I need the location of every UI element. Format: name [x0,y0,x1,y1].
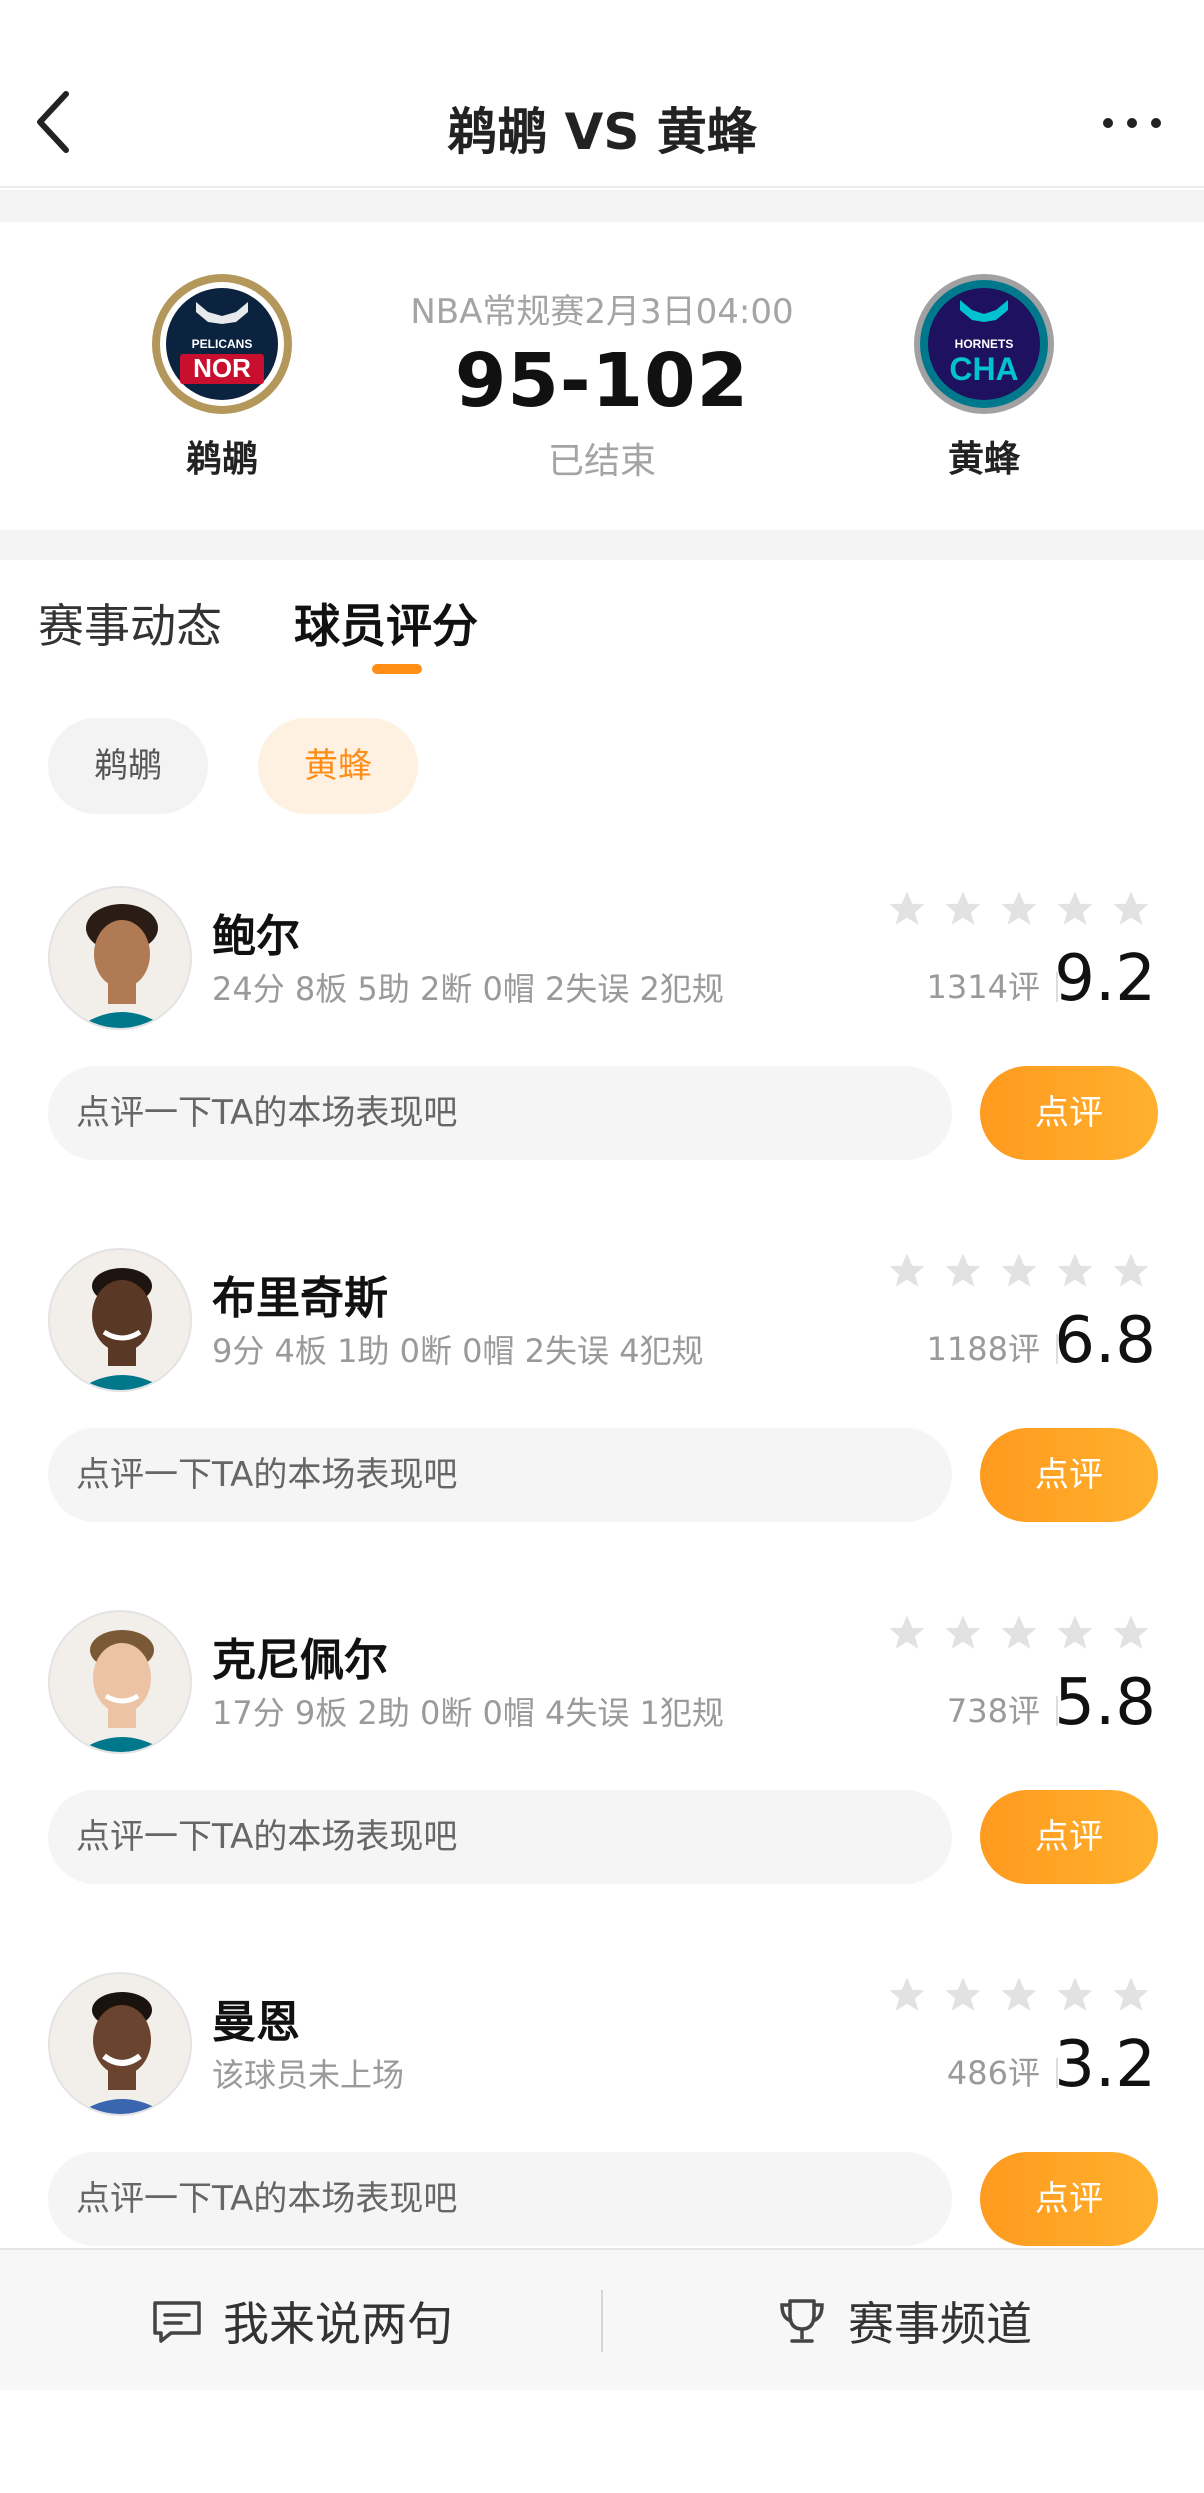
comment-input[interactable]: 点评一下TA的本场表现吧 [48,2152,952,2246]
svg-text:HORNETS: HORNETS [955,337,1014,351]
player-avatar[interactable] [48,886,192,1030]
rating-stars[interactable] [886,1974,1156,2020]
more-dots-icon [1103,118,1161,128]
chat-bubble-icon [153,2301,201,2343]
scoreboard: PELICANS NOR 鹈鹕 NBA常规赛2月3日04:00 95-102 已… [0,222,1204,530]
svg-text:CHA: CHA [949,351,1018,387]
star-icon [945,1977,981,2011]
comment-button[interactable]: 点评 [980,1066,1158,1160]
star-icon [889,1615,925,1649]
player-name: 曼恩 [212,1997,300,2048]
star-icon [1113,891,1149,925]
star-icon [945,1253,981,1287]
rating-count: 738评 [946,1692,1040,1730]
rating-stars[interactable] [886,1612,1156,1658]
match-channel-button[interactable]: 赛事频道 [602,2250,1204,2392]
page-title: 鹈鹕 VS 黄蜂 [447,103,757,161]
comment-input[interactable]: 点评一下TA的本场表现吧 [48,1428,952,1522]
match-info: NBA常规赛2月3日04:00 [410,292,794,332]
star-icon [945,891,981,925]
tab-player-ratings[interactable]: 球员评分 [294,590,478,656]
comment-button[interactable]: 点评 [980,2152,1158,2246]
bottom-action-bar: 我来说两句 赛事频道 [0,2248,1204,2390]
comment-entry-button[interactable]: 我来说两句 [0,2250,602,2392]
match-channel-label: 赛事频道 [848,2297,1032,2351]
rating-score: 9.2 [1054,942,1156,1016]
player-avatar[interactable] [48,1610,192,1754]
player-card: 布里奇斯 9分 4板 1助 0断 0帽 2失误 4犯规 1188评 6.8 点评… [0,1242,1204,1604]
team-filter: 鹈鹕 黄蜂 [0,718,1204,814]
tab-match-updates[interactable]: 赛事动态 [38,590,222,656]
star-icon [1057,1253,1093,1287]
svg-text:PELICANS: PELICANS [192,337,253,351]
player-stats: 17分 9板 2助 0断 0帽 4失误 1犯规 [212,1694,724,1732]
active-tab-indicator [372,664,422,674]
player-card: 鲍尔 24分 8板 5助 2断 0帽 2失误 2犯规 1314评 9.2 点评一… [0,880,1204,1242]
comment-entry-label: 我来说两句 [223,2297,453,2351]
filter-chip-hornets[interactable]: 黄蜂 [258,718,418,814]
player-portrait-icon [50,888,190,1028]
comment-button[interactable]: 点评 [980,1790,1158,1884]
rating-score: 5.8 [1054,1666,1156,1740]
top-nav-bar: 鹈鹕 VS 黄蜂 [0,0,1204,188]
player-card: 克尼佩尔 17分 9板 2助 0断 0帽 4失误 1犯规 738评 5.8 点评… [0,1604,1204,1966]
star-icon [1057,891,1093,925]
rating-count: 1188评 [926,1330,1040,1368]
player-portrait-icon [50,1612,190,1752]
player-stats: 9分 4板 1助 0断 0帽 2失误 4犯规 [212,1332,704,1370]
rating-stars[interactable] [886,888,1156,934]
home-team-name: 鹈鹕 [185,439,258,480]
star-icon [1001,1615,1037,1649]
bottom-safe-area [0,2390,1204,2493]
star-icon [1113,1615,1149,1649]
player-portrait-icon [50,1250,190,1390]
star-icon [1001,1253,1037,1287]
star-icon [889,891,925,925]
star-icon [889,1253,925,1287]
match-score: 95-102 [454,338,750,424]
star-icon [1057,1615,1093,1649]
player-stats: 该球员未上场 [212,2056,405,2094]
rating-count: 486评 [946,2054,1040,2092]
hornets-logo: HORNETS CHA [914,274,1054,414]
comment-input[interactable]: 点评一下TA的本场表现吧 [48,1790,952,1884]
player-name: 鲍尔 [212,911,300,962]
player-list: 鲍尔 24分 8板 5助 2断 0帽 2失误 2犯规 1314评 9.2 点评一… [0,880,1204,2328]
star-icon [1001,1977,1037,2011]
section-gap [0,190,1204,222]
star-icon [1057,1977,1093,2011]
star-icon [945,1615,981,1649]
player-avatar[interactable] [48,1972,192,2116]
svg-text:NOR: NOR [193,353,251,383]
comment-button[interactable]: 点评 [980,1428,1158,1522]
star-icon [889,1977,925,2011]
more-button[interactable] [1100,108,1164,138]
match-status: 已结束 [547,441,656,482]
rating-score: 6.8 [1054,1304,1156,1378]
comment-input[interactable]: 点评一下TA的本场表现吧 [48,1066,952,1160]
player-name: 布里奇斯 [212,1273,388,1324]
trophy-icon [780,2299,824,2343]
section-gap [0,530,1204,560]
tab-bar: 赛事动态 球员评分 [0,560,1204,690]
rating-score: 3.2 [1054,2028,1156,2102]
player-avatar[interactable] [48,1248,192,1392]
home-team[interactable]: PELICANS NOR 鹈鹕 [122,272,322,482]
pelicans-logo: PELICANS NOR [152,274,292,414]
filter-chip-pelicans[interactable]: 鹈鹕 [48,718,208,814]
player-stats: 24分 8板 5助 2断 0帽 2失误 2犯规 [212,970,724,1008]
away-team-name: 黄蜂 [947,439,1020,480]
away-team[interactable]: HORNETS CHA 黄蜂 [884,272,1084,482]
star-icon [1001,891,1037,925]
star-icon [1113,1253,1149,1287]
rating-stars[interactable] [886,1250,1156,1296]
player-portrait-icon [50,1974,190,2114]
rating-count: 1314评 [926,968,1040,1006]
player-name: 克尼佩尔 [212,1635,388,1686]
star-icon [1113,1977,1149,2011]
